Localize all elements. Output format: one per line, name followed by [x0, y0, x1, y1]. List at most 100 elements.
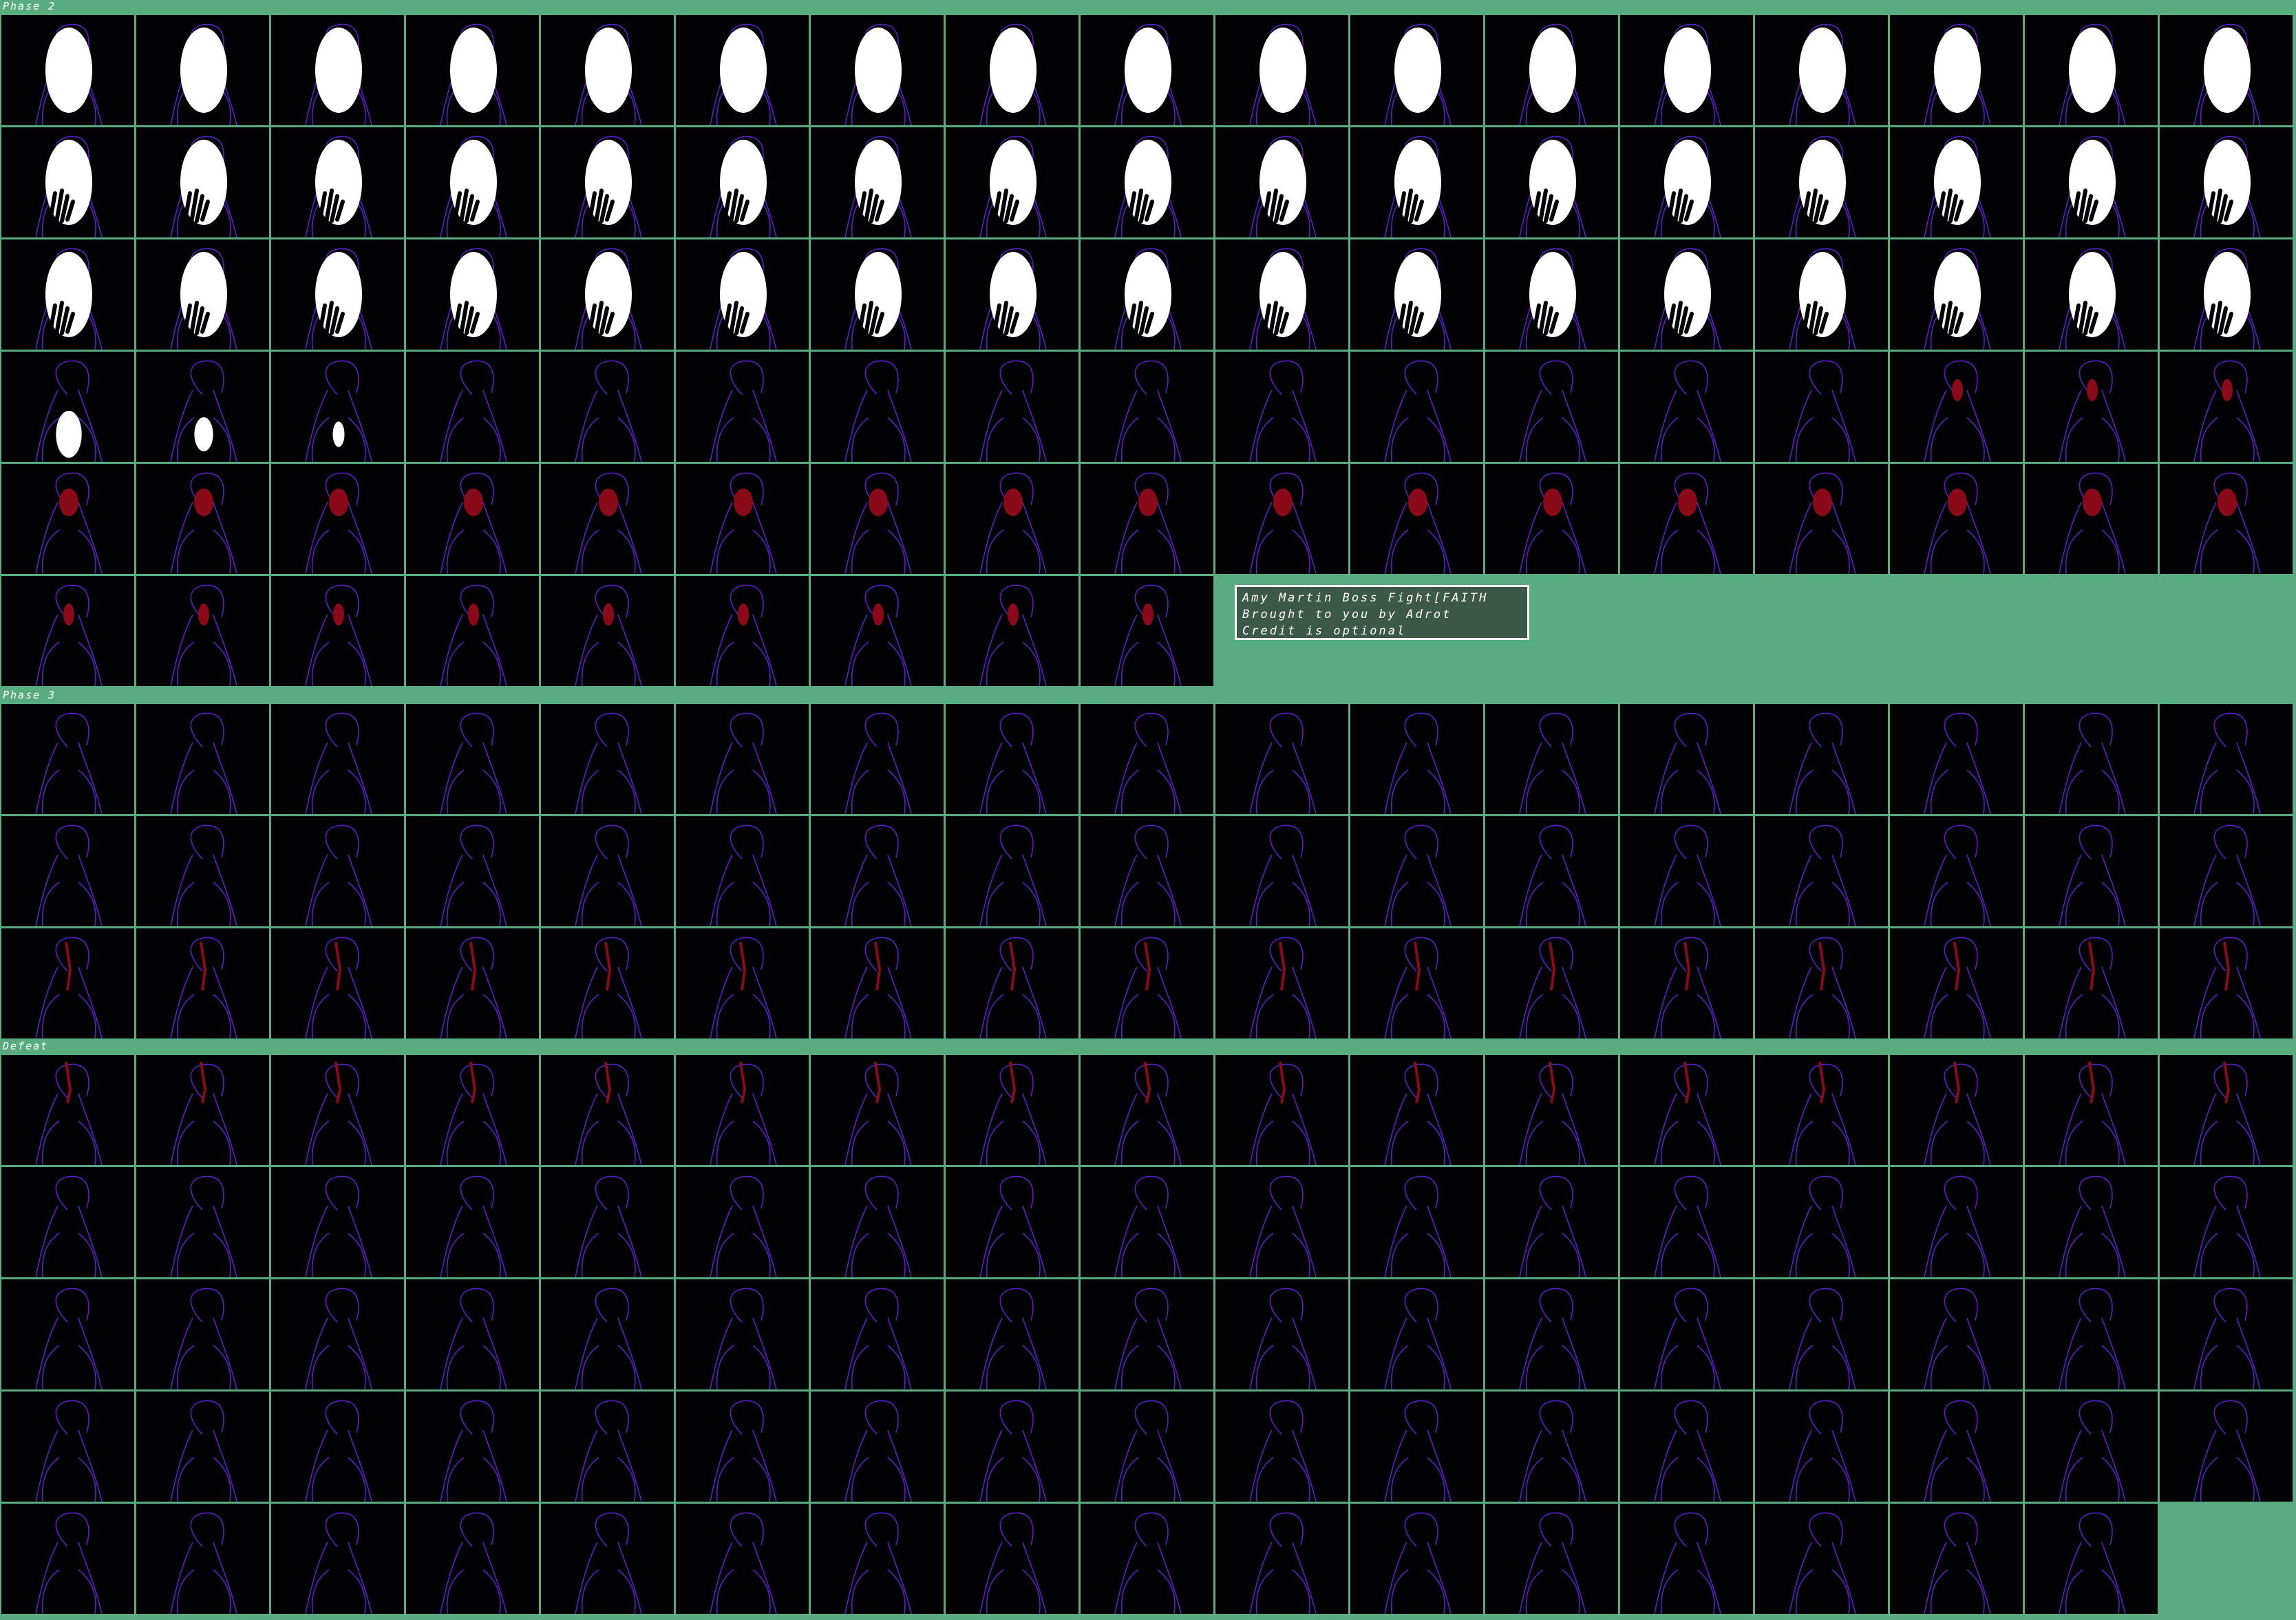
- sprite-frame: [1890, 1055, 2023, 1165]
- sprite-frame: [406, 816, 539, 926]
- sprite-frame: [1350, 704, 1483, 814]
- sprite-frame: [1215, 1392, 1348, 1502]
- sprite-frame: [2160, 1167, 2293, 1277]
- sprite-frame: [271, 816, 404, 926]
- sprite-frame: [541, 1055, 674, 1165]
- sprite-frame: [1081, 1392, 1213, 1502]
- sprite-frame: [811, 239, 944, 350]
- sprite-frame: [541, 1392, 674, 1502]
- sprite-frame: [2160, 1055, 2293, 1165]
- sprite-frame: [271, 1392, 404, 1502]
- sprite-frame: [2025, 1279, 2158, 1389]
- sprite-frame: [1890, 1504, 2023, 1614]
- sprite-frame: [946, 928, 1078, 1038]
- sprite-frame: [1890, 1279, 2023, 1389]
- sprite-frame: [946, 1167, 1078, 1277]
- sprite-frame: [946, 127, 1078, 237]
- sprite-frame: [406, 1279, 539, 1389]
- sprite-frame: [946, 1504, 1078, 1614]
- sprite-frame: [1755, 1279, 1888, 1389]
- sprite-frame: [136, 1392, 269, 1502]
- sprite-frame: [2160, 127, 2293, 237]
- sprite-frame: [1, 928, 134, 1038]
- sprite-frame: [541, 1279, 674, 1389]
- sprite-frame: [1, 127, 134, 237]
- sprite-frame: [1215, 1055, 1348, 1165]
- sprite-frame: [1755, 1167, 1888, 1277]
- sprite-frame: [1215, 464, 1348, 574]
- sprite-frame: [406, 1167, 539, 1277]
- sprite-frame: [946, 464, 1078, 574]
- sprite-frame: [136, 239, 269, 350]
- sprite-frame: [1350, 127, 1483, 237]
- sprite-frame: [541, 576, 674, 686]
- sprite-frame: [1081, 704, 1213, 814]
- sprite-frame: [406, 15, 539, 125]
- sprite-frame: [271, 1167, 404, 1277]
- sprite-frame: [136, 704, 269, 814]
- sprite-frame: [1350, 1167, 1483, 1277]
- sprite-frame: [811, 1167, 944, 1277]
- sprite-frame: [1620, 127, 1753, 237]
- sprite-frame: [2025, 352, 2158, 462]
- sprite-frame: [1, 1055, 134, 1165]
- sprite-frame: [811, 127, 944, 237]
- sprite-frame: [1485, 352, 1618, 462]
- sprite-frame: [676, 464, 809, 574]
- sprite-frame: [1890, 352, 2023, 462]
- sprite-frame: [2160, 1392, 2293, 1502]
- sprite-frame: [541, 1167, 674, 1277]
- sprite-frame: [1890, 1392, 2023, 1502]
- sprite-frame: [2160, 464, 2293, 574]
- sprite-frame: [946, 352, 1078, 462]
- sprite-frame: [1755, 1055, 1888, 1165]
- sprite-frame: [1485, 1504, 1618, 1614]
- sprite-frame: [136, 1167, 269, 1277]
- sprite-frame: [2025, 1055, 2158, 1165]
- sprite-frame: [676, 15, 809, 125]
- sprite-frame: [1, 239, 134, 350]
- sprite-frame: [1890, 239, 2023, 350]
- sprite-frame: [406, 239, 539, 350]
- sprite-frame: [1350, 239, 1483, 350]
- sprite-frame: [1350, 464, 1483, 574]
- sprite-frame: [1620, 1167, 1753, 1277]
- sprite-frame: [1215, 352, 1348, 462]
- sprite-frame: [2025, 816, 2158, 926]
- sprite-frame: [2025, 1504, 2158, 1614]
- sprite-frame: [1485, 1055, 1618, 1165]
- sprite-frame: [1081, 1504, 1213, 1614]
- sprite-frame: [1485, 1279, 1618, 1389]
- sprite-frame: [1620, 928, 1753, 1038]
- sprite-frame: [271, 15, 404, 125]
- sprite-frame: [1890, 1167, 2023, 1277]
- sprite-frame: [1350, 1279, 1483, 1389]
- sprite-frame: [136, 464, 269, 574]
- sprite-frame: [946, 1055, 1078, 1165]
- credit-box: Amy Martin Boss Fight[FAITH Brought to y…: [1235, 585, 1529, 640]
- sprite-frame: [541, 704, 674, 814]
- sprite-frame: [811, 576, 944, 686]
- sprite-frame: [271, 239, 404, 350]
- sprite-frame: [406, 1504, 539, 1614]
- sprite-frame: [136, 1279, 269, 1389]
- sprite-frame: [1215, 15, 1348, 125]
- sprite-frame: [271, 928, 404, 1038]
- sprite-frame: [1350, 1055, 1483, 1165]
- sprite-frame: [1081, 928, 1213, 1038]
- sprite-frame: [1, 1504, 134, 1614]
- sprite-frame: [1081, 1279, 1213, 1389]
- sprite-frame: [676, 576, 809, 686]
- sprite-frame: [1081, 816, 1213, 926]
- credit-line-note: Credit is optional: [1242, 624, 1407, 638]
- sprite-frame: [271, 352, 404, 462]
- sprite-frame: [406, 576, 539, 686]
- sprite-frame: [1081, 239, 1213, 350]
- sprite-frame: [1, 1392, 134, 1502]
- sprite-frame: [1890, 704, 2023, 814]
- sprite-frame: [676, 1279, 809, 1389]
- sprite-frame: [1350, 1392, 1483, 1502]
- sprite-frame: [676, 1504, 809, 1614]
- sprite-frame: [1350, 352, 1483, 462]
- sprite-frame: [1350, 15, 1483, 125]
